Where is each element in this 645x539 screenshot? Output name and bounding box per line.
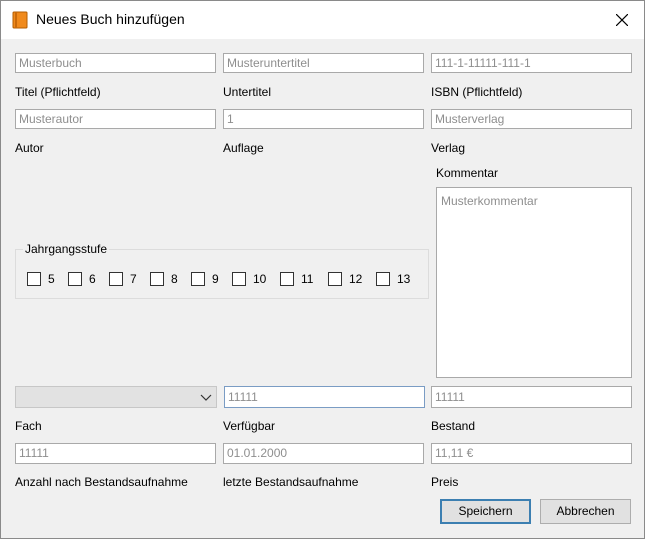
close-button[interactable] — [599, 1, 644, 39]
jahrgangsstufe-title: Jahrgangsstufe — [23, 242, 110, 256]
preis-label: Preis — [431, 475, 459, 489]
bestand-label: Bestand — [431, 419, 476, 433]
checkbox-label-11: 11 — [301, 272, 314, 286]
verlag-label: Verlag — [431, 141, 466, 155]
letzte-bestandsaufnahme-label: letzte Bestandsaufnahme — [223, 475, 359, 489]
letzte-bestandsaufnahme-input[interactable]: 01.01.2000 — [223, 443, 424, 464]
isbn-label: ISBN (Pflichtfeld) — [431, 85, 523, 99]
fach-dropdown[interactable] — [15, 386, 217, 408]
checkbox-label-9: 9 — [212, 272, 219, 286]
auflage-input[interactable]: 1 — [223, 109, 424, 129]
chevron-down-icon — [200, 394, 212, 401]
checkbox-9[interactable] — [191, 272, 205, 286]
checkbox-11[interactable] — [280, 272, 294, 286]
anzahl-input[interactable]: 11111 — [15, 443, 216, 464]
auflage-label: Auflage — [223, 141, 264, 155]
window-title: Neues Buch hinzufügen — [36, 11, 185, 27]
kommentar-textarea[interactable]: Musterkommentar — [436, 187, 632, 378]
titel-label: Titel (Pflichtfeld) — [15, 85, 101, 99]
checkbox-6[interactable] — [68, 272, 82, 286]
fach-label: Fach — [15, 419, 42, 433]
bestand-input[interactable]: 11111 — [431, 386, 632, 408]
checkbox-label-5: 5 — [48, 272, 55, 286]
verfuegbar-input[interactable]: 11111 — [224, 386, 425, 408]
checkbox-8[interactable] — [150, 272, 164, 286]
isbn-input[interactable]: 111-1-11111-111-1 — [431, 53, 632, 73]
titel-input[interactable]: Musterbuch — [15, 53, 216, 73]
checkbox-label-6: 6 — [89, 272, 96, 286]
verlag-input[interactable]: Musterverlag — [431, 109, 632, 129]
autor-label: Autor — [15, 141, 44, 155]
cancel-button[interactable]: Abbrechen — [540, 499, 631, 524]
book-icon — [12, 11, 28, 29]
checkbox-5[interactable] — [27, 272, 41, 286]
checkbox-12[interactable] — [328, 272, 342, 286]
checkbox-10[interactable] — [232, 272, 246, 286]
close-icon — [615, 14, 628, 26]
checkbox-label-10: 10 — [253, 272, 267, 286]
autor-input[interactable]: Musterautor — [15, 109, 216, 129]
save-button[interactable]: Speichern — [440, 499, 531, 524]
dialog-window: Neues Buch hinzufügen Musterbuch Musteru… — [0, 0, 645, 539]
untertitel-label: Untertitel — [223, 85, 272, 99]
checkbox-label-12: 12 — [349, 272, 363, 286]
title-bar: Neues Buch hinzufügen — [1, 1, 644, 39]
checkbox-13[interactable] — [376, 272, 390, 286]
preis-input[interactable]: 11,11 € — [431, 443, 632, 464]
kommentar-label: Kommentar — [436, 166, 499, 180]
untertitel-input[interactable]: Musteruntertitel — [223, 53, 424, 73]
verfuegbar-label: Verfügbar — [223, 419, 276, 433]
checkbox-label-7: 7 — [130, 272, 137, 286]
anzahl-label: Anzahl nach Bestandsaufnahme — [15, 475, 188, 489]
checkbox-7[interactable] — [109, 272, 123, 286]
checkbox-label-13: 13 — [397, 272, 411, 286]
checkbox-label-8: 8 — [171, 272, 178, 286]
